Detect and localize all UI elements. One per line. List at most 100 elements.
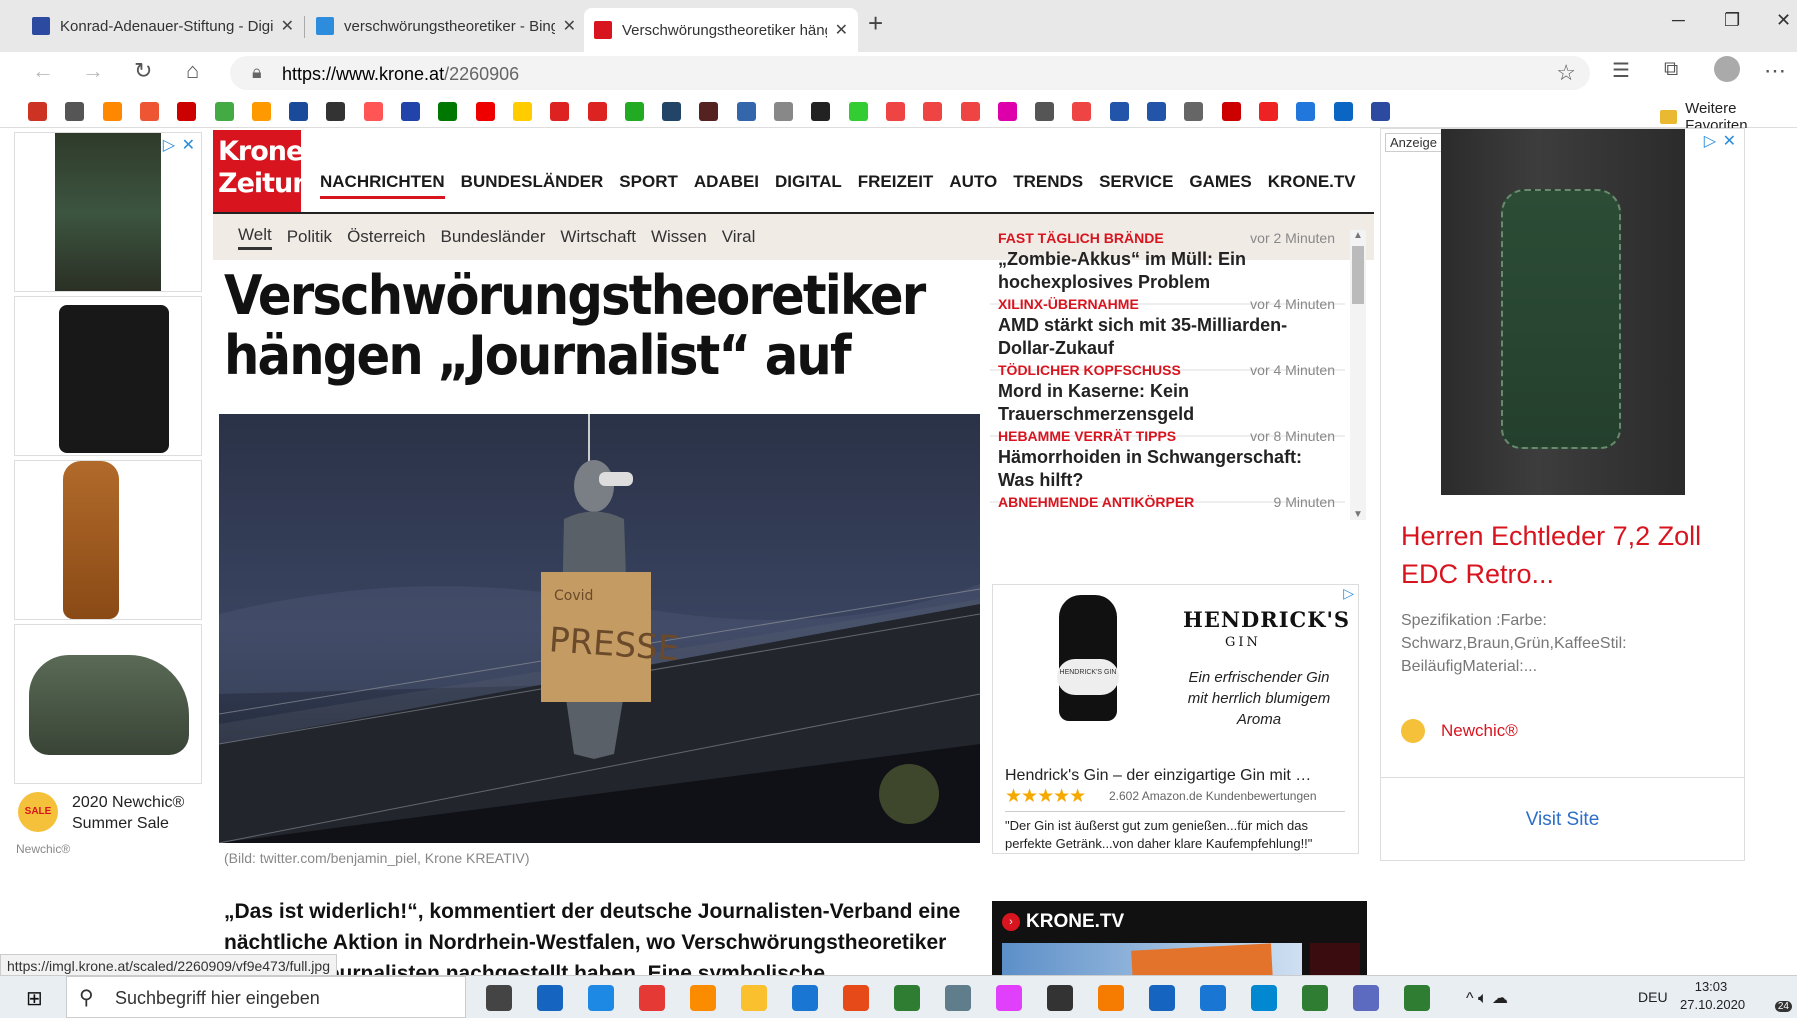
taskbar-app-icon[interactable]	[690, 985, 716, 1011]
favorite-site-icon[interactable]	[587, 102, 607, 121]
favorite-site-icon[interactable]	[177, 102, 197, 121]
right-ad-title[interactable]: Herren Echtleder 7,2 Zoll EDC Retro...	[1401, 517, 1721, 593]
favorite-site-icon[interactable]	[1333, 102, 1353, 121]
forward-icon[interactable]: →	[82, 58, 104, 84]
visit-site-button[interactable]: Visit Site	[1381, 809, 1744, 831]
hendricks-ad[interactable]: ▷ HENDRICK'S GIN HENDRICK'S GIN Ein erfr…	[992, 584, 1359, 854]
left-ad-product-3[interactable]	[14, 460, 202, 620]
ad-close-icon[interactable]: ✕	[182, 135, 195, 155]
favorite-site-icon[interactable]	[1147, 102, 1166, 121]
favorite-site-icon[interactable]	[662, 102, 682, 121]
favorite-site-icon[interactable]	[1035, 102, 1055, 121]
language-indicator[interactable]: DEU	[1638, 989, 1668, 1005]
favorite-site-icon[interactable]	[65, 102, 85, 121]
ticker-scrollbar[interactable]: ▲ ▼	[1350, 230, 1366, 520]
left-ad-title[interactable]: 2020 Newchic® Summer Sale	[72, 792, 202, 834]
ticker-item[interactable]: HEBAMME VERRÄT TIPPS vor 8 Minuten Hämor…	[990, 428, 1345, 503]
kronen-zeitung-logo[interactable]: Kronen Zeitung	[213, 130, 330, 218]
nav-item-freizeit[interactable]: FREIZEIT	[858, 172, 934, 199]
ticker-title[interactable]: Mord in Kaserne: Kein Trauerschmerzensge…	[998, 380, 1318, 426]
favorite-site-icon[interactable]	[363, 102, 383, 121]
favorite-site-icon[interactable]	[475, 102, 495, 121]
more-menu-icon[interactable]: ⋯	[1764, 58, 1786, 84]
back-icon[interactable]: ←	[32, 58, 54, 84]
subnav-item[interactable]: Wissen	[651, 227, 707, 247]
left-ad-product-4[interactable]	[14, 624, 202, 784]
ticker-scroll-thumb[interactable]	[1352, 246, 1364, 304]
adchoices-icon[interactable]: ▷	[163, 135, 175, 155]
favorite-site-icon[interactable]	[774, 102, 793, 121]
favorite-site-icon[interactable]	[1184, 102, 1204, 121]
favorite-site-icon[interactable]	[624, 102, 644, 121]
close-tab-icon[interactable]: ✕	[281, 16, 294, 36]
minimize-icon[interactable]: ─	[1672, 10, 1685, 31]
hendricks-product[interactable]: Hendrick's Gin – der einzigartige Gin mi…	[1005, 767, 1355, 785]
tab-konrad-adenauer[interactable]: Konrad-Adenauer-Stiftung - Digi ✕	[22, 10, 304, 42]
favorite-site-icon[interactable]	[1370, 102, 1390, 121]
right-ad-brand[interactable]: Newchic®	[1441, 721, 1518, 741]
scroll-up-icon[interactable]: ▲	[1353, 230, 1363, 241]
refresh-icon[interactable]: ↻	[134, 58, 152, 84]
ticker-title[interactable]: AMD stärkt sich mit 35-Milliarden-Dollar…	[998, 314, 1318, 360]
favorite-site-icon[interactable]	[28, 102, 47, 121]
favorite-site-icon[interactable]	[1221, 102, 1241, 121]
nav-item-sport[interactable]: SPORT	[619, 172, 678, 199]
taskbar-app-icon[interactable]	[537, 985, 563, 1011]
taskbar-app-icon[interactable]	[1353, 985, 1379, 1011]
subnav-item[interactable]: Wirtschaft	[560, 227, 636, 247]
taskbar-app-icon[interactable]	[996, 985, 1022, 1011]
favorite-site-icon[interactable]	[550, 102, 570, 121]
taskbar-app-icon[interactable]	[1200, 985, 1226, 1011]
close-tab-icon[interactable]: ✕	[563, 16, 576, 36]
favorite-site-icon[interactable]	[289, 102, 309, 121]
restore-icon[interactable]: ❐	[1724, 10, 1740, 31]
nav-item-digital[interactable]: DIGITAL	[775, 172, 842, 199]
favorite-site-icon[interactable]	[699, 102, 719, 121]
address-bar[interactable]: 🔒︎ https://www.krone.at/2260906 ☆	[230, 56, 1590, 90]
favorite-site-icon[interactable]	[139, 102, 159, 121]
adchoices-icon[interactable]: ▷	[1704, 131, 1716, 151]
tab-bing[interactable]: verschwörungstheoretiker - Bing ✕	[306, 10, 586, 42]
favorite-site-icon[interactable]	[1258, 102, 1278, 121]
taskbar-app-icon[interactable]	[1251, 985, 1277, 1011]
left-ad-product-2[interactable]	[14, 296, 202, 456]
subnav-item[interactable]: Politik	[287, 227, 332, 247]
favorite-site-icon[interactable]	[326, 102, 346, 121]
collections-icon[interactable]: ⧉	[1664, 58, 1678, 81]
right-ad[interactable]: Anzeige ▷ ✕ Herren Echtleder 7,2 Zoll ED…	[1380, 128, 1745, 861]
url-text[interactable]: https://www.krone.at/2260906	[282, 64, 519, 85]
subnav-item[interactable]: Österreich	[347, 227, 425, 247]
home-icon[interactable]: ⌂	[186, 58, 199, 84]
nav-item-nachrichten[interactable]: NACHRICHTEN	[320, 172, 445, 199]
ticker-item[interactable]: TÖDLICHER KOPFSCHUSS vor 4 Minuten Mord …	[990, 362, 1345, 437]
favorite-site-icon[interactable]	[1296, 102, 1316, 121]
favorite-site-icon[interactable]	[1109, 102, 1129, 121]
taskbar-app-icon[interactable]	[894, 985, 920, 1011]
taskbar-app-icon[interactable]	[945, 985, 971, 1011]
taskbar-app-icon[interactable]	[1098, 985, 1124, 1011]
favorite-site-icon[interactable]	[736, 102, 756, 121]
favorites-list-icon[interactable]: ☰	[1612, 58, 1630, 83]
nav-item-adabei[interactable]: ADABEI	[694, 172, 759, 199]
nav-item-krone-tv[interactable]: KRONE.TV	[1268, 172, 1356, 199]
close-window-icon[interactable]: ✕	[1776, 10, 1791, 31]
favorite-site-icon[interactable]	[1072, 102, 1092, 121]
new-tab-button[interactable]: +	[868, 8, 883, 39]
favorite-site-icon[interactable]	[997, 102, 1017, 121]
subnav-item[interactable]: Bundesländer	[440, 227, 545, 247]
scroll-down-icon[interactable]: ▼	[1353, 509, 1363, 520]
favorite-site-icon[interactable]	[438, 102, 458, 121]
taskbar-app-icon[interactable]	[741, 985, 767, 1011]
taskbar-app-icon[interactable]	[639, 985, 665, 1011]
windows-start-icon[interactable]: ⊞	[26, 986, 43, 1011]
profile-avatar[interactable]	[1714, 56, 1740, 82]
taskbar-app-icon[interactable]	[1404, 985, 1430, 1011]
taskbar-app-icon[interactable]	[843, 985, 869, 1011]
favorite-site-icon[interactable]	[512, 102, 532, 121]
taskbar-app-icon[interactable]	[792, 985, 818, 1011]
close-tab-icon[interactable]: ✕	[835, 20, 848, 40]
favorite-site-icon[interactable]	[960, 102, 980, 121]
favorite-star-icon[interactable]: ☆	[1556, 60, 1576, 86]
favorite-site-icon[interactable]	[401, 102, 420, 121]
krone-tv-teaser[interactable]: › KRONE.TV	[992, 901, 1367, 975]
